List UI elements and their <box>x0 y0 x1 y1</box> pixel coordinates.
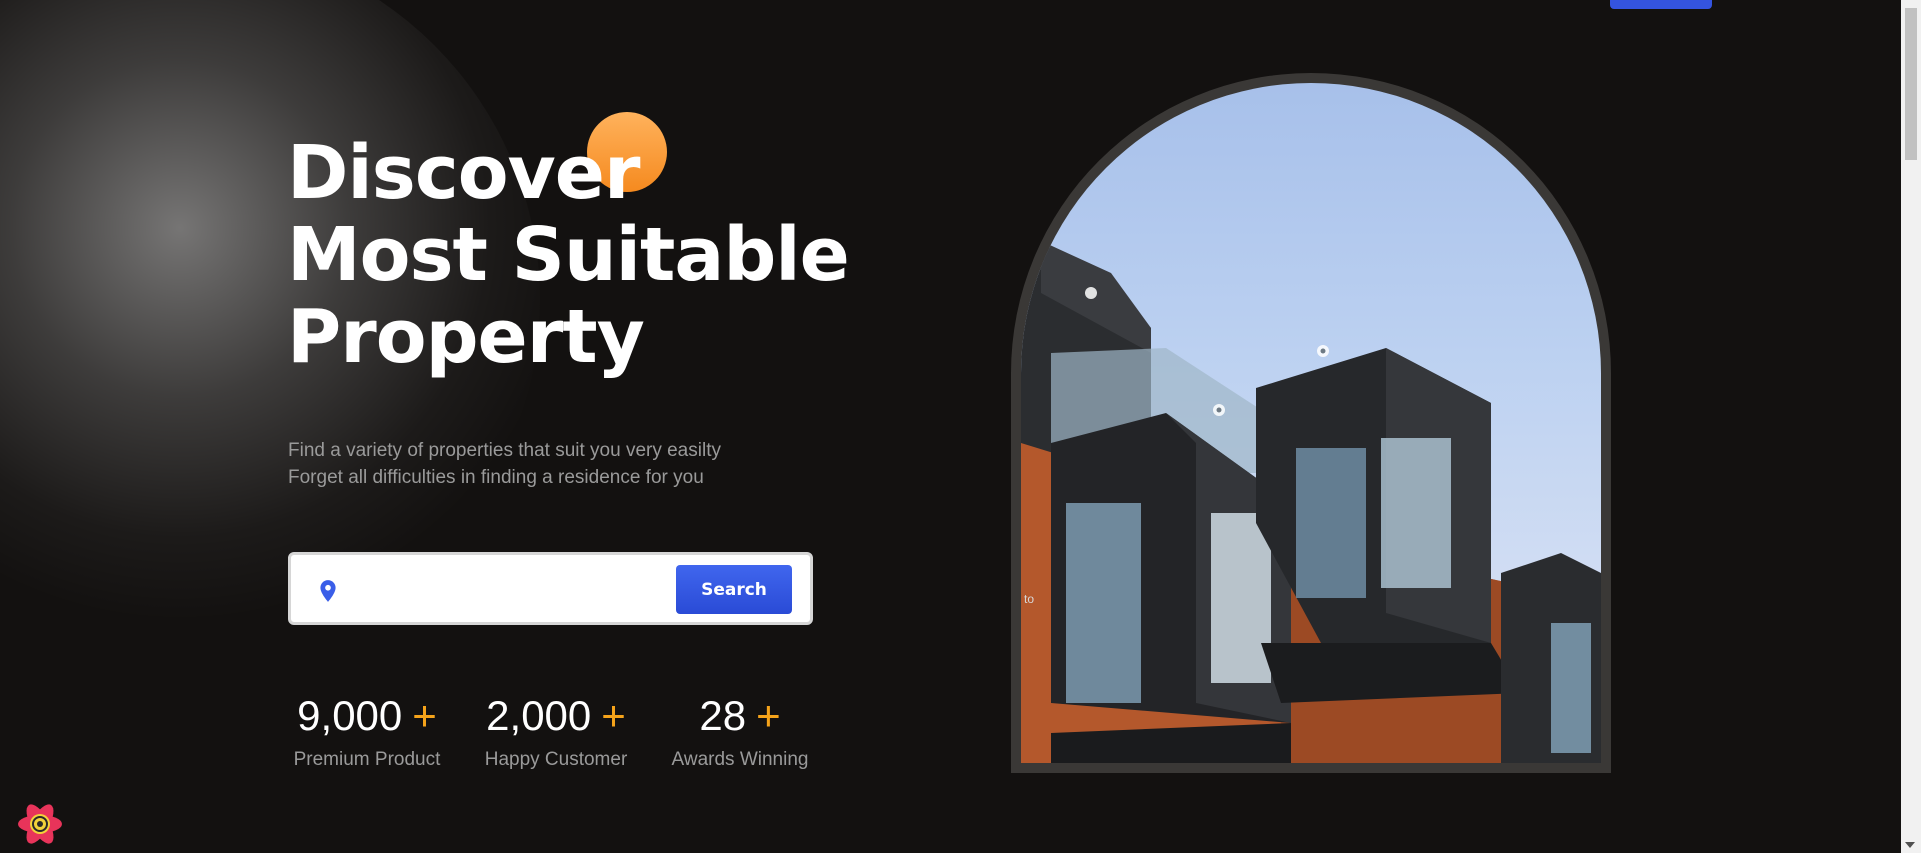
stat-value: 2,000 + <box>478 690 634 742</box>
stat-label: Awards Winning <box>671 749 809 770</box>
stat-number: 9,000 <box>297 692 403 739</box>
stat-value: 28 + <box>666 690 814 742</box>
search-button[interactable]: Search <box>676 565 792 614</box>
property-image <box>1021 83 1601 763</box>
stat-happy-customer: 2,000 + Happy Customer <box>478 690 634 772</box>
app-logo-icon[interactable] <box>14 798 66 850</box>
hero-subtitle-line-1: Find a variety of properties that suit y… <box>288 440 721 461</box>
header-button[interactable] <box>1610 0 1712 9</box>
stat-awards-winning: 28 + Awards Winning <box>666 690 814 772</box>
stat-number: 2,000 <box>486 692 592 739</box>
image-caption: to <box>1024 592 1035 606</box>
vertical-scrollbar[interactable] <box>1901 0 1921 853</box>
location-pin-icon <box>320 580 336 602</box>
hero-title-line-2: Most Suitable <box>287 212 850 298</box>
hero-title: Discover Most Suitable Property <box>287 132 907 378</box>
search-input[interactable] <box>353 565 663 613</box>
plus-sign: + <box>601 692 626 739</box>
hero-title-line-1: Discover <box>287 130 640 216</box>
stat-premium-product: 9,000 + Premium Product <box>288 690 446 772</box>
page: Discover Most Suitable Property Find a v… <box>0 0 1901 853</box>
building-illustration <box>1021 233 1601 763</box>
plus-sign: + <box>756 692 781 739</box>
stat-label: Premium Product <box>293 749 441 770</box>
search-bar: Search <box>288 552 813 625</box>
hero-subtitle: Find a variety of properties that suit y… <box>288 437 888 491</box>
hero-subtitle-line-2: Forget all difficulties in finding a res… <box>288 467 704 488</box>
page-bottom-edge <box>0 853 1921 859</box>
scrollbar-thumb[interactable] <box>1905 8 1917 160</box>
stat-value: 9,000 + <box>288 690 446 742</box>
stat-label: Happy Customer <box>484 749 628 770</box>
hero-title-line-3: Property <box>287 294 645 380</box>
scroll-down-arrow-icon[interactable] <box>1905 842 1915 848</box>
plus-sign: + <box>412 692 437 739</box>
property-image-frame <box>1011 73 1611 773</box>
stat-number: 28 <box>699 692 747 739</box>
